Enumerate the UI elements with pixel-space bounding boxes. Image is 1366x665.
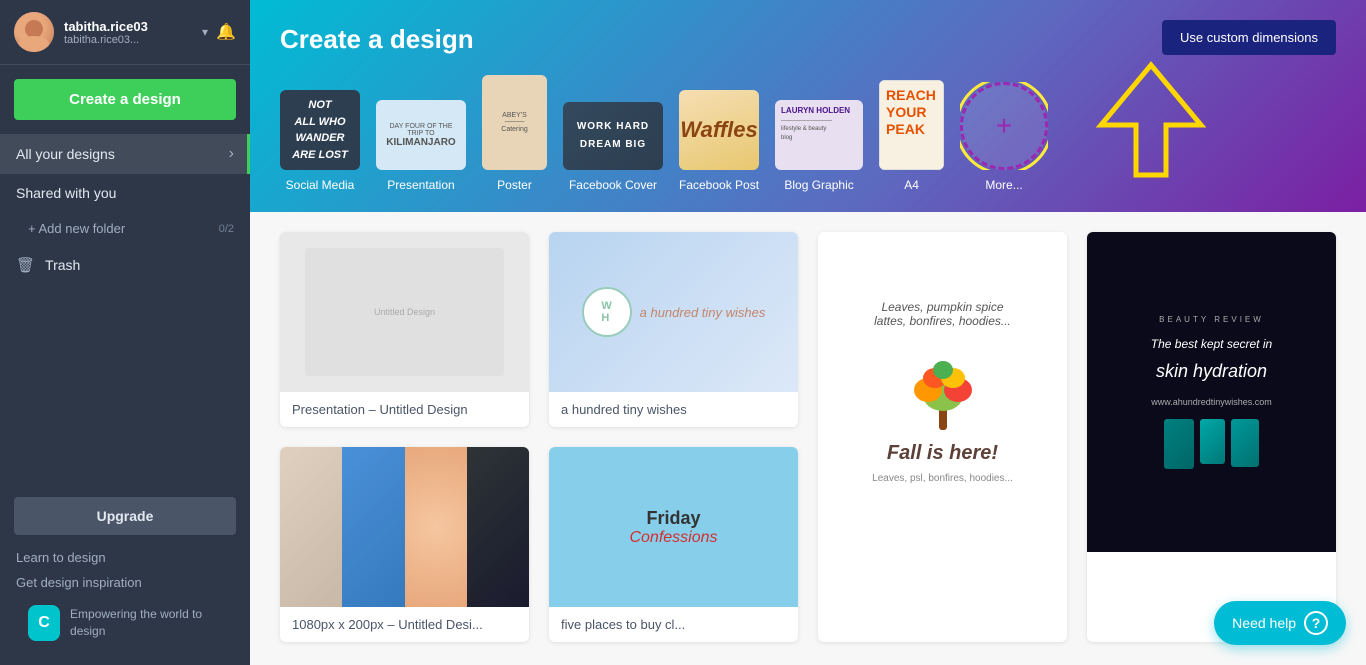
user-email: tabitha.rice03... <box>64 34 198 46</box>
design-card-fall-thumb: Leaves, pumpkin spicelattes, bonfires, h… <box>818 232 1067 552</box>
a4-label: A4 <box>904 178 919 192</box>
fall-tree-svg <box>903 340 983 430</box>
wishes-text: a hundred tiny wishes <box>640 305 766 320</box>
design-type-a4[interactable]: REACHYOURPEAK A4 <box>879 80 944 192</box>
design-type-facebook-cover[interactable]: WORK HARDDREAM BIG Facebook Cover <box>563 102 663 192</box>
design-card-wishes[interactable]: WH a hundred tiny wishes a hundred tiny … <box>549 232 798 427</box>
a4-thumb: REACHYOURPEAK <box>879 80 944 170</box>
need-help-button[interactable]: Need help ? <box>1214 601 1346 645</box>
design-card-presentation-label: Presentation – Untitled Design <box>280 392 529 427</box>
canva-logo-icon: C <box>28 605 60 641</box>
hero-section: Create a design Use custom dimensions NO… <box>250 0 1366 212</box>
design-card-friday-label: five places to buy cl... <box>549 607 798 642</box>
add-folder-item[interactable]: + Add new folder 0/2 <box>0 212 250 245</box>
avatar <box>14 12 54 52</box>
design-type-facebook-post[interactable]: Waffles Facebook Post <box>679 90 759 192</box>
content-area: Untitled Design Presentation – Untitled … <box>250 212 1366 665</box>
sidebar-item-trash[interactable]: 🗑 Trash <box>0 245 250 285</box>
trash-label: Trash <box>45 257 80 273</box>
facebook-post-thumb: Waffles <box>679 90 759 170</box>
more-thumb: + <box>960 82 1048 170</box>
design-card-wishes-label: a hundred tiny wishes <box>549 392 798 427</box>
folder-badge: 0/2 <box>219 223 234 235</box>
design-card-beauty[interactable]: BEAUTY REVIEW The best kept secret in sk… <box>1087 232 1336 642</box>
need-help-label: Need help <box>1232 615 1296 631</box>
social-media-thumb: NOTALL WHOWANDERARE LOST <box>280 90 360 170</box>
more-label: More... <box>985 178 1022 192</box>
wishes-logo: WH <box>582 287 632 337</box>
user-info: tabitha.rice03 tabitha.rice03... <box>64 19 198 46</box>
sidebar-item-all-designs[interactable]: All your designs › <box>0 134 250 174</box>
facebook-cover-label: Facebook Cover <box>569 178 657 192</box>
upgrade-button[interactable]: Upgrade <box>14 497 236 535</box>
design-card-banner-label: 1080px x 200px – Untitled Desi... <box>280 607 529 642</box>
design-card-presentation[interactable]: Untitled Design Presentation – Untitled … <box>280 232 529 427</box>
design-type-poster[interactable]: ABEY'S────Catering Poster <box>482 75 547 192</box>
facebook-post-label: Facebook Post <box>679 178 759 192</box>
sidebar-nav: All your designs › Shared with you + Add… <box>0 134 250 487</box>
plus-icon: + <box>996 110 1012 142</box>
social-media-label: Social Media <box>286 178 355 192</box>
add-folder-label: + Add new folder <box>28 221 125 236</box>
presentation-thumb: DAY FOUR OF THE TRIP TOKILIMANJARO <box>376 100 466 170</box>
design-types-row: NOTALL WHOWANDERARE LOST Social Media DA… <box>280 75 1336 192</box>
canva-tagline: Empowering the world to design <box>70 606 222 640</box>
design-card-presentation-thumb: Untitled Design <box>280 232 529 392</box>
learn-to-design-link[interactable]: Learn to design <box>14 545 236 570</box>
design-type-social-media[interactable]: NOTALL WHOWANDERARE LOST Social Media <box>280 90 360 192</box>
sidebar-header: tabitha.rice03 tabitha.rice03... ▾ 🔔 <box>0 0 250 65</box>
design-type-presentation[interactable]: DAY FOUR OF THE TRIP TOKILIMANJARO Prese… <box>376 100 466 192</box>
sidebar: tabitha.rice03 tabitha.rice03... ▾ 🔔 Cre… <box>0 0 250 665</box>
designs-grid: Untitled Design Presentation – Untitled … <box>280 232 1336 642</box>
poster-label: Poster <box>497 178 532 192</box>
sidebar-item-shared[interactable]: Shared with you <box>0 174 250 212</box>
chevron-right-icon: › <box>229 145 234 163</box>
get-inspiration-link[interactable]: Get design inspiration <box>14 570 236 595</box>
custom-dimensions-button[interactable]: Use custom dimensions <box>1162 20 1336 55</box>
dropdown-icon[interactable]: ▾ <box>202 25 208 39</box>
shared-label: Shared with you <box>16 185 116 201</box>
design-card-friday[interactable]: Friday Confessions five places to buy cl… <box>549 447 798 642</box>
design-type-blog-graphic[interactable]: LAURYN HOLDEN ────────────lifestyle & be… <box>775 100 863 192</box>
presentation-label: Presentation <box>387 178 454 192</box>
design-card-banner[interactable]: 1080px x 200px – Untitled Desi... <box>280 447 529 642</box>
create-design-button[interactable]: Create a design <box>14 79 236 120</box>
design-card-friday-thumb: Friday Confessions <box>549 447 798 607</box>
design-card-beauty-thumb: BEAUTY REVIEW The best kept secret in sk… <box>1087 232 1336 552</box>
blog-graphic-label: Blog Graphic <box>784 178 853 192</box>
help-icon: ? <box>1304 611 1328 635</box>
facebook-cover-thumb: WORK HARDDREAM BIG <box>563 102 663 170</box>
design-card-banner-thumb <box>280 447 529 607</box>
sidebar-bottom: Upgrade Learn to design Get design inspi… <box>0 487 250 665</box>
main-content: Create a design Use custom dimensions NO… <box>250 0 1366 665</box>
blog-graphic-thumb: LAURYN HOLDEN ────────────lifestyle & be… <box>775 100 863 170</box>
avatar-image <box>14 12 54 52</box>
trash-icon: 🗑 <box>16 256 35 274</box>
design-card-wishes-thumb: WH a hundred tiny wishes <box>549 232 798 392</box>
design-type-more[interactable]: + More... <box>960 82 1048 192</box>
all-designs-label: All your designs <box>16 146 115 162</box>
poster-thumb: ABEY'S────Catering <box>482 75 547 170</box>
user-name: tabitha.rice03 <box>64 19 198 34</box>
canva-brand: C Empowering the world to design <box>14 595 236 655</box>
design-card-fall[interactable]: Leaves, pumpkin spicelattes, bonfires, h… <box>818 232 1067 642</box>
bell-icon[interactable]: 🔔 <box>216 22 236 42</box>
